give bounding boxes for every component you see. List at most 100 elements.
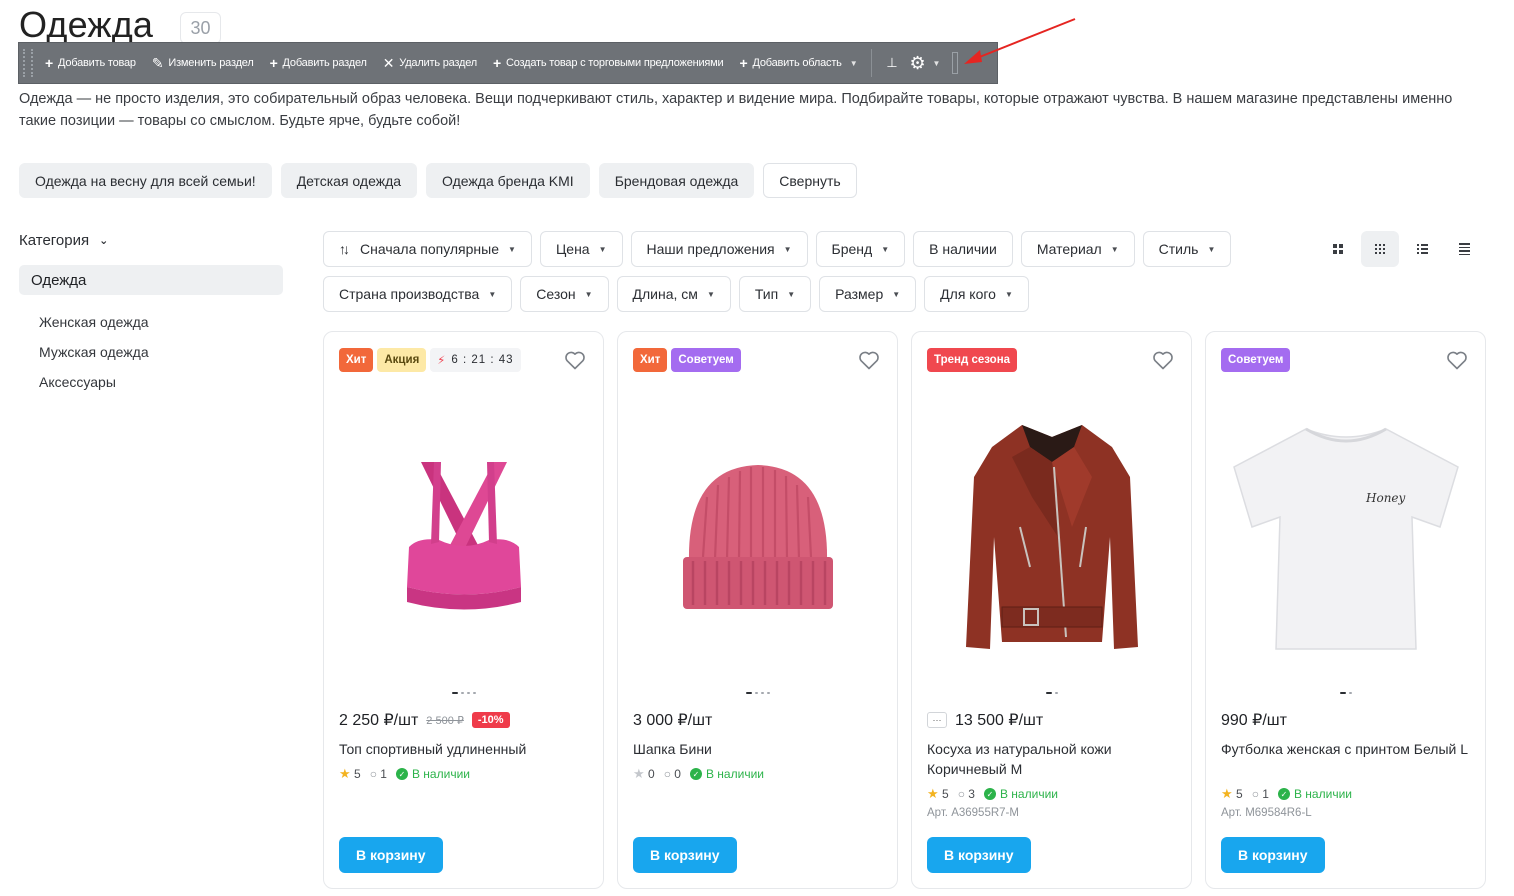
product-image[interactable] [932, 392, 1172, 682]
favorite-heart-icon[interactable] [857, 348, 881, 372]
create-offer-product-button[interactable]: + Создать товар с торговыми предложениям… [485, 43, 731, 83]
view-list-button[interactable] [1403, 231, 1441, 267]
edit-section-label: Изменить раздел [168, 57, 254, 69]
lightning-icon: ⚡ [437, 355, 447, 367]
chevron-down-icon: ▼ [706, 289, 715, 299]
add-to-cart-button[interactable]: В корзину [927, 837, 1031, 873]
category-heading: Категория [19, 232, 90, 249]
price-row: 3 000 ₽/шт [633, 710, 712, 730]
stock-status: В наличии [411, 767, 470, 781]
sidebar-item-accessories[interactable]: Аксессуары [39, 367, 149, 397]
rating-value: 5 [1236, 787, 1243, 801]
filter-price[interactable]: Цена ▼ [539, 231, 623, 267]
badge-advise: Советуем [1221, 348, 1291, 372]
edit-section-button[interactable]: ✎ Изменить раздел [144, 43, 262, 83]
add-product-label: Добавить товар [57, 57, 136, 69]
chevron-down-icon: ⌄ [99, 235, 109, 247]
add-section-button[interactable]: + Добавить раздел [262, 43, 375, 83]
filter-for-whom[interactable]: Для кого ▼ [924, 276, 1029, 312]
category-toggle[interactable]: Категория ⌄ [19, 232, 108, 249]
filter-label: Сезон [536, 286, 576, 302]
old-price: 2 500 ₽ [426, 714, 464, 727]
image-pager [1206, 692, 1485, 694]
rating-value: 0 [648, 767, 655, 781]
add-section-label: Добавить раздел [282, 57, 367, 69]
filter-type[interactable]: Тип ▼ [738, 276, 812, 312]
pencil-icon: ✎ [151, 55, 164, 71]
filter-label: Страна производства [339, 286, 480, 302]
view-grid-large-button[interactable] [1319, 231, 1357, 267]
view-table-button[interactable] [1445, 231, 1483, 267]
product-image[interactable] [344, 392, 584, 682]
comment-icon: ○ [369, 767, 377, 781]
chip-spring-family[interactable]: Одежда на весну для всей семьи! [19, 163, 272, 198]
rating-value: 5 [942, 787, 949, 801]
rating-value: 5 [354, 767, 361, 781]
star-icon: ★ [633, 766, 645, 781]
pin-icon[interactable]: ⊥ [878, 55, 905, 71]
annotation-arrow-icon [964, 18, 1076, 64]
view-grid-small-button[interactable] [1361, 231, 1399, 267]
star-icon: ★ [339, 766, 351, 781]
filter-brand[interactable]: Бренд ▼ [815, 231, 906, 267]
settings-button[interactable]: ⚙ ▼ [906, 53, 945, 74]
add-to-cart-button[interactable]: В корзину [339, 837, 443, 873]
section-description: Одежда — не просто изделия, это собирате… [19, 91, 1453, 129]
product-image[interactable]: Honey [1226, 392, 1466, 682]
beanie-image [683, 465, 833, 609]
filter-size[interactable]: Размер ▼ [819, 276, 917, 312]
filter-season[interactable]: Сезон ▼ [520, 276, 609, 312]
sidebar-item-clothing[interactable]: Одежда [19, 265, 283, 295]
sidebar-item-women[interactable]: Женская одежда [39, 307, 149, 337]
promo-timer: ⚡ 6 : 21 : 43 [430, 348, 521, 372]
filter-bar: ↑↓ Сначала популярные ▼ Цена ▼ Наши предл… [323, 231, 1283, 312]
product-badges: Тренд сезона [927, 348, 1018, 372]
filter-label: Для кого [940, 286, 996, 302]
chevron-down-icon: ▼ [932, 58, 941, 68]
chip-kids-clothing[interactable]: Детская одежда [280, 163, 418, 198]
toolbar-drag-handle[interactable] [23, 49, 33, 77]
product-badges: Советуем [1221, 348, 1291, 372]
filter-offers[interactable]: Наши предложения ▼ [630, 231, 808, 267]
filter-country[interactable]: Страна производства ▼ [323, 276, 513, 312]
product-name[interactable]: Топ спортивный удлиненный [339, 739, 589, 759]
favorite-heart-icon[interactable] [1445, 348, 1469, 372]
product-card[interactable]: Хит Акция ⚡ 6 : 21 : 43 2 250 ₽/шт 2 500 … [323, 331, 604, 889]
product-card[interactable]: Хит Советуем 3 000 ₽/шт Шапка Бини ★ 0 ○… [617, 331, 898, 889]
offers-more-icon[interactable]: ··· [927, 712, 947, 728]
filter-in-stock[interactable]: В наличии [913, 231, 1013, 267]
image-pager [618, 692, 897, 694]
favorite-heart-icon[interactable] [563, 348, 587, 372]
sidebar-item-men[interactable]: Мужская одежда [39, 337, 149, 367]
chevron-down-icon: ▼ [849, 58, 858, 68]
product-image[interactable] [638, 392, 878, 682]
product-name[interactable]: Футболка женская с принтом Белый L [1221, 739, 1471, 759]
product-card[interactable]: Тренд сезона ··· 13 500 ₽/шт Косуха из н… [911, 331, 1192, 889]
chevron-down-icon: ▼ [584, 289, 593, 299]
filter-label: Размер [835, 286, 884, 302]
collapse-chips-button[interactable]: Свернуть [763, 163, 857, 198]
check-icon: ✓ [983, 788, 996, 800]
close-icon: ✕ [382, 55, 395, 71]
chip-kmi-brand[interactable]: Одежда бренда KMI [426, 163, 590, 198]
delete-section-button[interactable]: ✕ Удалить раздел [375, 43, 485, 83]
comment-icon: ○ [663, 767, 671, 781]
product-meta: ★ 5 ○ 3 ✓ В наличии [927, 786, 1058, 802]
favorite-heart-icon[interactable] [1151, 348, 1175, 372]
filter-length[interactable]: Длина, см ▼ [616, 276, 731, 312]
add-product-button[interactable]: + Добавить товар [37, 43, 144, 83]
product-name[interactable]: Шапка Бини [633, 739, 883, 759]
add-to-cart-button[interactable]: В корзину [1221, 837, 1325, 873]
product-name[interactable]: Косуха из натуральной кожи Коричневый M [927, 739, 1177, 779]
filter-label: Бренд [831, 241, 873, 257]
subsection-chips: Одежда на весну для всей семьи! Детская … [19, 163, 857, 198]
sort-dropdown[interactable]: ↑↓ Сначала популярные ▼ [323, 231, 532, 267]
filter-material[interactable]: Материал ▼ [1020, 231, 1135, 267]
product-grid: Хит Акция ⚡ 6 : 21 : 43 2 250 ₽/шт 2 500 … [323, 331, 1486, 889]
add-area-button[interactable]: + Добавить область ▼ [732, 43, 866, 83]
add-to-cart-button[interactable]: В корзину [633, 837, 737, 873]
chip-brand-clothing[interactable]: Брендовая одежда [598, 163, 755, 198]
check-icon: ✓ [689, 768, 702, 780]
product-card[interactable]: Советуем Honey 990 ₽/шт Футболка женская… [1205, 331, 1486, 889]
filter-style[interactable]: Стиль ▼ [1142, 231, 1232, 267]
